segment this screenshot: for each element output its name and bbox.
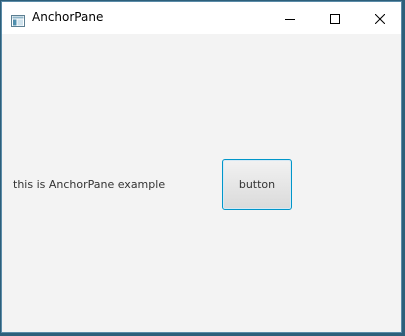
java-app-icon <box>11 12 25 27</box>
maximize-icon <box>329 9 340 28</box>
close-icon <box>374 9 385 28</box>
close-button[interactable] <box>357 2 401 34</box>
app-window: AnchorPane this is AnchorPane example bu… <box>1 1 402 333</box>
example-label: this is AnchorPane example <box>13 178 166 191</box>
title-bar[interactable]: AnchorPane <box>2 2 401 34</box>
maximize-button[interactable] <box>312 2 357 34</box>
minimize-icon <box>284 9 295 28</box>
example-button[interactable]: button <box>222 159 292 210</box>
window-title: AnchorPane <box>32 10 104 24</box>
minimize-button[interactable] <box>267 2 312 34</box>
anchor-pane: this is AnchorPane example button <box>2 34 401 332</box>
